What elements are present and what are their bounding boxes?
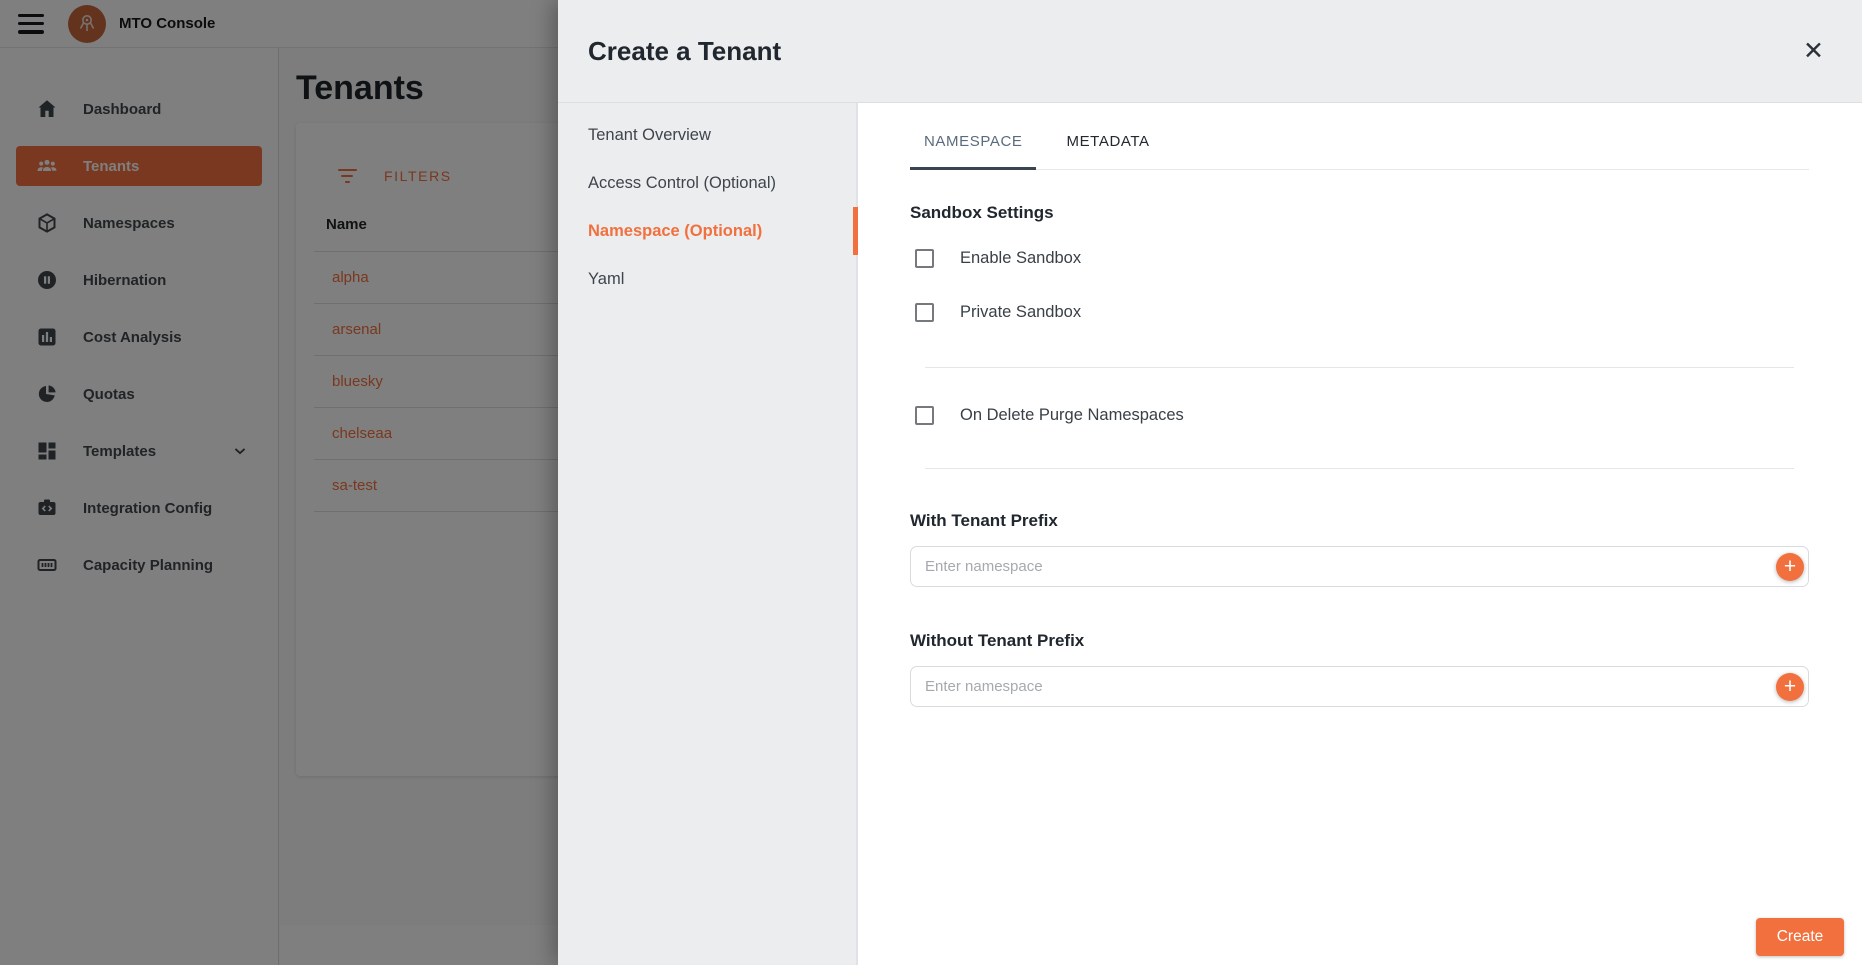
tab-metadata[interactable]: METADATA	[1052, 133, 1163, 170]
with-prefix-input-wrap: +	[910, 546, 1809, 587]
purge-namespaces-checkbox[interactable]	[915, 406, 934, 425]
create-button[interactable]: Create	[1756, 918, 1844, 956]
with-tenant-prefix-heading: With Tenant Prefix	[910, 511, 1809, 531]
enable-sandbox-checkbox[interactable]	[915, 249, 934, 268]
sandbox-settings-heading: Sandbox Settings	[910, 203, 1809, 223]
without-prefix-input-wrap: +	[910, 666, 1809, 707]
private-sandbox-row: Private Sandbox	[915, 303, 1809, 322]
without-tenant-prefix-heading: Without Tenant Prefix	[910, 631, 1809, 651]
drawer-nav-namespace[interactable]: Namespace (Optional)	[558, 207, 856, 255]
section-divider	[925, 367, 1794, 368]
section-divider	[925, 468, 1794, 469]
drawer-nav-yaml[interactable]: Yaml	[558, 255, 856, 303]
tab-bar: NAMESPACE METADATA	[910, 103, 1809, 170]
checkbox-label: On Delete Purge Namespaces	[960, 406, 1184, 425]
without-prefix-namespace-input[interactable]	[910, 666, 1809, 707]
drawer-content: NAMESPACE METADATA Sandbox Settings Enab…	[858, 103, 1862, 965]
drawer-nav-access-control[interactable]: Access Control (Optional)	[558, 159, 856, 207]
with-prefix-namespace-input[interactable]	[910, 546, 1809, 587]
drawer-header: Create a Tenant ✕	[558, 0, 1862, 103]
purge-namespaces-row: On Delete Purge Namespaces	[915, 406, 1809, 425]
checkbox-label: Enable Sandbox	[960, 249, 1081, 268]
drawer-title: Create a Tenant	[588, 36, 781, 67]
private-sandbox-checkbox[interactable]	[915, 303, 934, 322]
drawer-nav-tenant-overview[interactable]: Tenant Overview	[558, 111, 856, 159]
create-tenant-drawer: Create a Tenant ✕ Tenant Overview Access…	[558, 0, 1862, 965]
tab-namespace[interactable]: NAMESPACE	[910, 133, 1036, 170]
plus-icon[interactable]: +	[1776, 673, 1804, 701]
plus-icon[interactable]: +	[1776, 553, 1804, 581]
enable-sandbox-row: Enable Sandbox	[915, 249, 1809, 268]
drawer-nav: Tenant Overview Access Control (Optional…	[558, 103, 858, 965]
checkbox-label: Private Sandbox	[960, 303, 1081, 322]
close-icon[interactable]: ✕	[1799, 35, 1828, 68]
